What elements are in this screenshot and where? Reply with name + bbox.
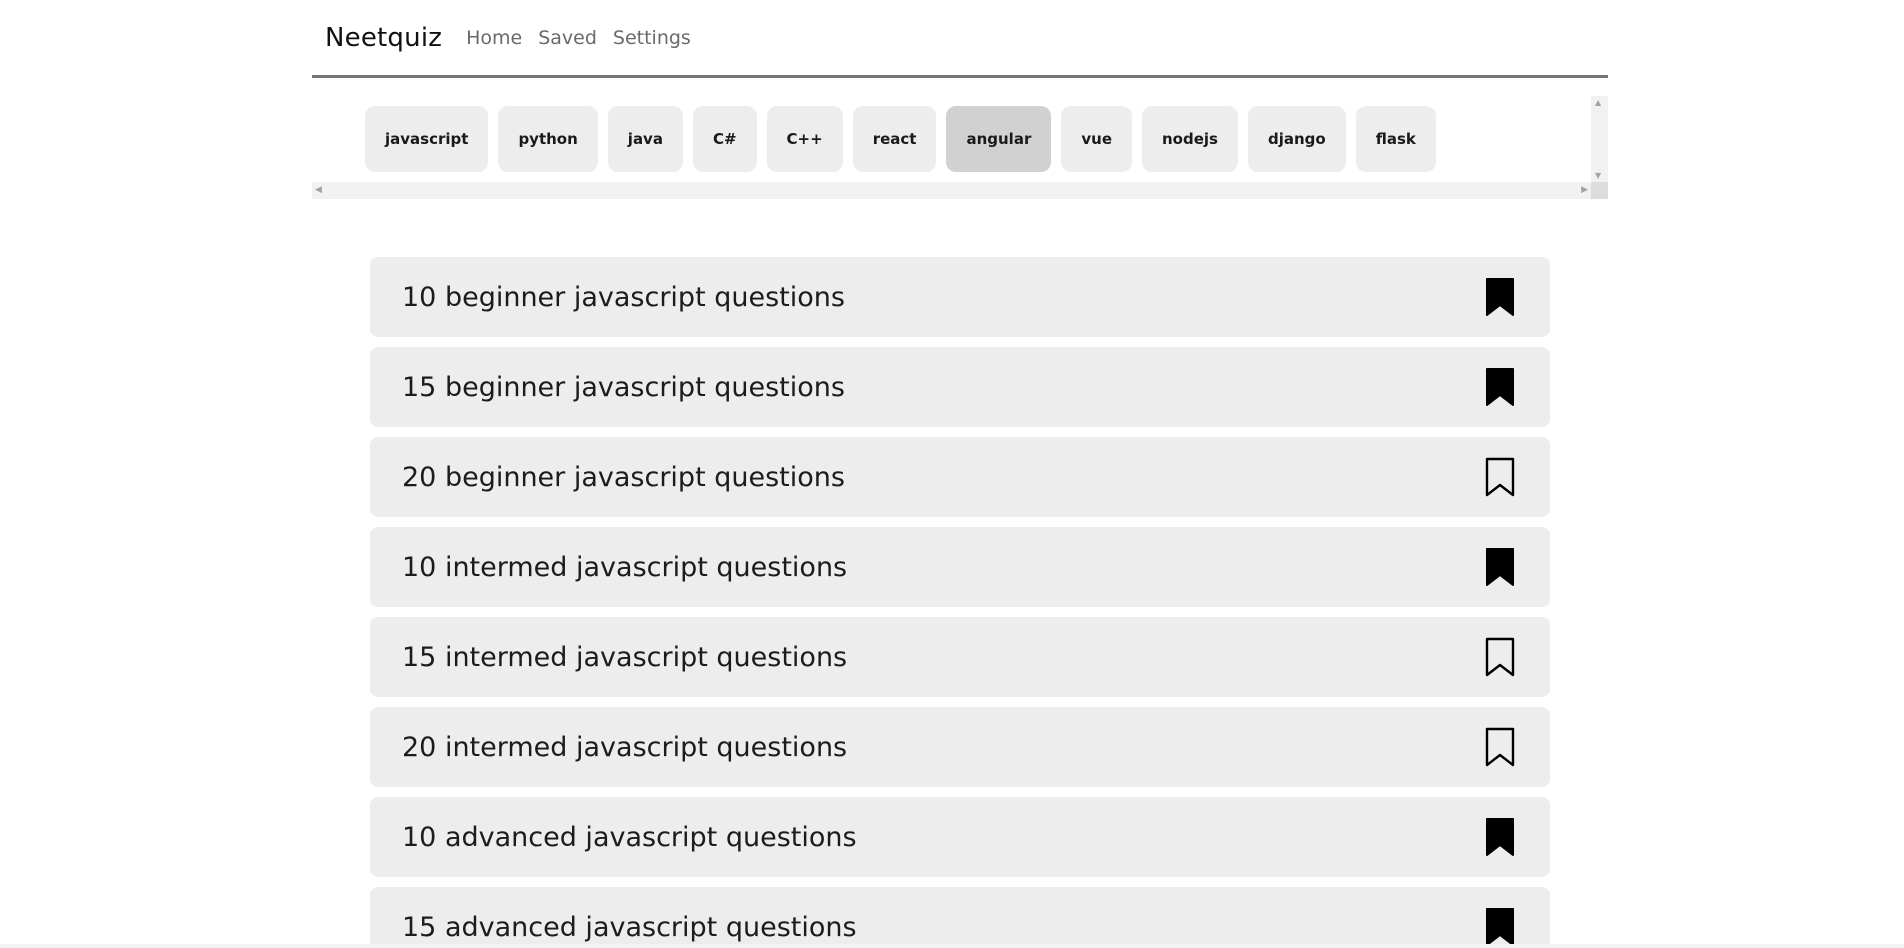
topic-chip[interactable]: C++ xyxy=(766,106,843,172)
nav-link-home[interactable]: Home xyxy=(466,27,522,49)
quiz-title: 10 beginner javascript questions xyxy=(402,281,845,313)
quiz-card[interactable]: 15 beginner javascript questions xyxy=(370,347,1550,427)
bookmark-filled-icon[interactable] xyxy=(1484,816,1516,858)
quiz-title: 20 intermed javascript questions xyxy=(402,731,848,763)
bookmark-outline-icon[interactable] xyxy=(1484,726,1516,768)
quiz-card[interactable]: 20 beginner javascript questions xyxy=(370,437,1550,517)
scrollbar-corner xyxy=(1591,182,1608,199)
topic-chip[interactable]: python xyxy=(498,106,598,172)
main-container: Neetquiz Home Saved Settings javascript p… xyxy=(312,0,1608,948)
topic-chip[interactable]: C# xyxy=(692,106,757,172)
bookmark-filled-icon[interactable] xyxy=(1484,546,1516,588)
quiz-list: 10 beginner javascript questions 15 begin… xyxy=(370,257,1550,948)
quiz-title: 15 intermed javascript questions xyxy=(402,641,848,673)
bookmark-outline-icon[interactable] xyxy=(1484,636,1516,678)
quiz-title: 15 beginner javascript questions xyxy=(402,371,845,403)
quiz-title: 10 advanced javascript questions xyxy=(402,821,857,853)
scroll-up-icon[interactable]: ▲ xyxy=(1595,98,1601,107)
bookmark-outline-icon[interactable] xyxy=(1484,456,1516,498)
page-bottom-edge xyxy=(0,944,1904,948)
quiz-card[interactable]: 15 advanced javascript questions xyxy=(370,887,1550,948)
topic-chip[interactable]: java xyxy=(607,106,683,172)
quiz-card[interactable]: 10 advanced javascript questions xyxy=(370,797,1550,877)
horizontal-scrollbar[interactable]: ◀ ▶ xyxy=(312,182,1591,199)
topic-chip[interactable]: angular xyxy=(946,106,1052,172)
quiz-card[interactable]: 10 beginner javascript questions xyxy=(370,257,1550,337)
quiz-title: 15 advanced javascript questions xyxy=(402,911,857,943)
vertical-scrollbar[interactable]: ▲ ▼ xyxy=(1591,96,1608,182)
brand-logo[interactable]: Neetquiz xyxy=(325,23,442,53)
bookmark-filled-icon[interactable] xyxy=(1484,366,1516,408)
bookmark-filled-icon[interactable] xyxy=(1484,906,1516,948)
nav-link-settings[interactable]: Settings xyxy=(613,27,691,49)
topic-chip[interactable]: nodejs xyxy=(1142,106,1238,172)
topic-scroller: javascript python java C# C++ react angular vue… xyxy=(312,96,1608,199)
navbar: Neetquiz Home Saved Settings xyxy=(312,0,1608,78)
scroll-right-icon[interactable]: ▶ xyxy=(1581,185,1588,195)
topic-list: javascript python java C# C++ react angular vue… xyxy=(365,106,1436,172)
quiz-card[interactable]: 20 intermed javascript questions xyxy=(370,707,1550,787)
quiz-title: 10 intermed javascript questions xyxy=(402,551,848,583)
topic-chip[interactable]: react xyxy=(852,106,937,172)
topic-chip[interactable]: flask xyxy=(1355,106,1436,172)
quiz-title: 20 beginner javascript questions xyxy=(402,461,845,493)
page: Neetquiz Home Saved Settings javascript p… xyxy=(0,0,1904,948)
topic-chip[interactable]: javascript xyxy=(365,106,489,172)
bookmark-filled-icon[interactable] xyxy=(1484,276,1516,318)
nav-link-saved[interactable]: Saved xyxy=(538,27,597,49)
quiz-card[interactable]: 10 intermed javascript questions xyxy=(370,527,1550,607)
scroll-left-icon[interactable]: ◀ xyxy=(315,185,322,195)
topic-chip[interactable]: vue xyxy=(1061,106,1132,172)
scroll-down-icon[interactable]: ▼ xyxy=(1595,171,1601,180)
quiz-card[interactable]: 15 intermed javascript questions xyxy=(370,617,1550,697)
topic-chip[interactable]: django xyxy=(1247,106,1346,172)
